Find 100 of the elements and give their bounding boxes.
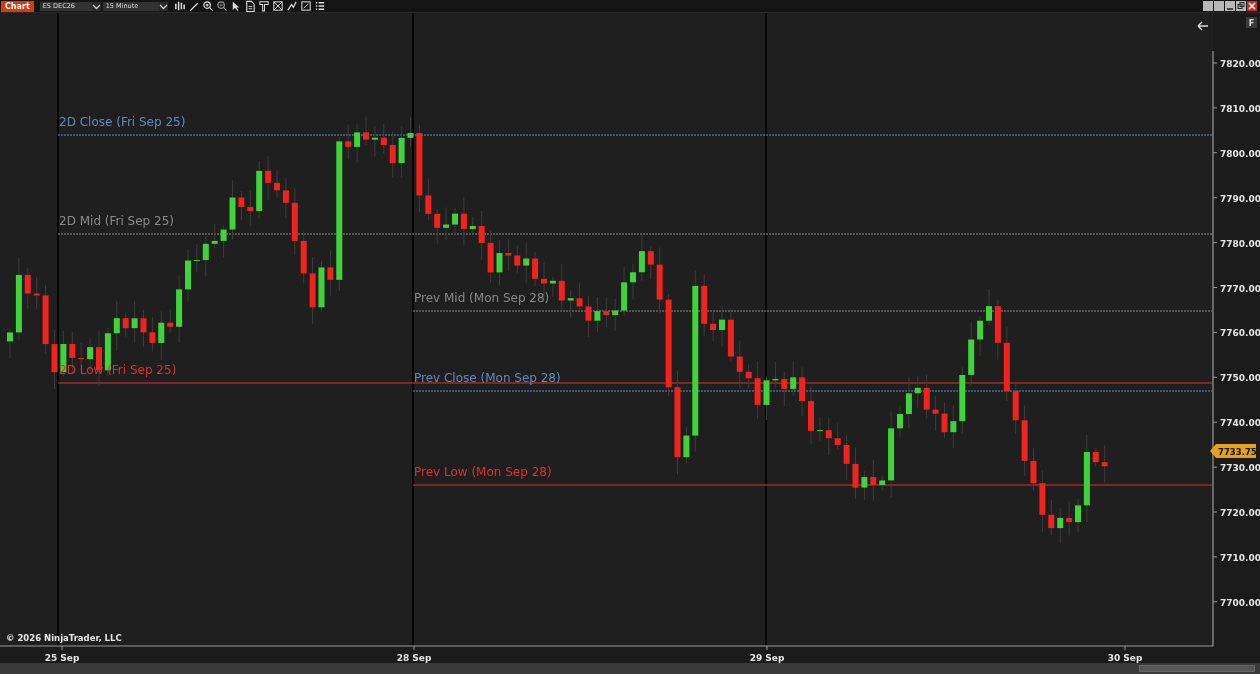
candle: [532, 251, 539, 287]
candle: [487, 230, 494, 283]
candle: [567, 290, 574, 318]
candle: [950, 404, 957, 449]
f-button[interactable]: F: [1246, 17, 1257, 28]
candle: [905, 377, 912, 429]
candle: [994, 299, 1001, 361]
candle: [719, 304, 725, 347]
candle: [968, 322, 975, 387]
price-label: 7810.00: [1220, 103, 1260, 114]
candle: [113, 300, 120, 351]
candle: [1092, 447, 1099, 467]
candle: [594, 296, 601, 333]
candle: [434, 208, 441, 245]
candle: [478, 210, 485, 261]
price-label: 7740.00: [1220, 418, 1260, 429]
candle: [558, 263, 565, 311]
price-label: 7820.00: [1220, 59, 1260, 69]
trend-line-icon[interactable]: [285, 0, 298, 12]
candle: [549, 276, 556, 298]
candle: [300, 231, 307, 284]
candles-icon[interactable]: [173, 0, 186, 12]
scrollbar-thumb[interactable]: [1139, 665, 1255, 672]
close-button[interactable]: [1247, 1, 1257, 11]
candle: [754, 360, 761, 419]
level-label: Prev Close (Mon Sep 28): [414, 371, 561, 385]
list-icon[interactable]: [313, 0, 326, 12]
back-arrow-icon[interactable]: [1197, 21, 1209, 31]
candle: [603, 297, 610, 328]
candle: [398, 126, 405, 178]
candle: [425, 178, 432, 221]
candle: [514, 245, 521, 274]
candle: [977, 315, 984, 357]
candle: [238, 190, 245, 221]
price-label: 7730.00: [1220, 463, 1260, 474]
candle: [327, 249, 334, 297]
candle: [870, 459, 877, 502]
zoom-out-icon[interactable]: [215, 0, 228, 12]
candle: [647, 245, 654, 280]
candle: [701, 273, 708, 337]
level-label: 2D Close (Fri Sep 25): [59, 115, 186, 129]
level-label: Prev Mid (Mon Sep 28): [414, 291, 550, 305]
candle: [897, 405, 903, 438]
document-icon[interactable]: [243, 0, 256, 12]
candle: [932, 395, 939, 432]
candle: [1030, 447, 1037, 491]
price-label: 7790.00: [1220, 193, 1260, 204]
candle: [193, 243, 200, 273]
candle: [834, 422, 841, 450]
restore-button[interactable]: [1236, 1, 1246, 11]
level-label: 2D Mid (Fri Sep 25): [59, 214, 174, 228]
candle: [656, 247, 663, 315]
candle: [1075, 498, 1081, 533]
candle: [736, 340, 743, 390]
candle: [683, 426, 690, 464]
candle: [959, 366, 966, 434]
candle: [256, 160, 263, 219]
candle: [7, 328, 13, 359]
date-label: 30 Sep: [1107, 653, 1143, 663]
candle: [1066, 501, 1073, 536]
candle: [452, 207, 458, 237]
candle: [852, 446, 859, 500]
price-label: 7750.00: [1220, 373, 1260, 384]
candle: [576, 281, 583, 312]
price-label: 7710.00: [1220, 552, 1260, 563]
candle: [1039, 470, 1046, 533]
candle: [772, 361, 779, 389]
candle: [24, 267, 31, 310]
candle: [122, 312, 129, 338]
candle: [460, 196, 467, 246]
candle: [469, 216, 476, 234]
minimize-button[interactable]: [1225, 1, 1235, 11]
candle: [345, 124, 352, 160]
candle: [33, 276, 40, 310]
candle: [638, 233, 645, 282]
candle: [1012, 380, 1019, 435]
candle: [763, 376, 770, 421]
candle: [354, 124, 361, 164]
candle: [363, 116, 369, 146]
date-label: 25 Sep: [44, 653, 80, 663]
candle: [710, 310, 717, 342]
candle: [621, 266, 628, 317]
candle: [202, 235, 209, 277]
candle: [229, 180, 236, 240]
price-label: 7720.00: [1220, 508, 1260, 518]
candle: [51, 329, 58, 390]
candle: [727, 308, 734, 362]
candle: [914, 375, 921, 409]
candle: [585, 295, 592, 338]
zoom-in-icon[interactable]: [201, 0, 214, 12]
price-label: 7760.00: [1220, 328, 1260, 339]
candle: [158, 310, 165, 361]
candle: [496, 239, 503, 287]
candle: [149, 316, 156, 352]
candle: [1057, 507, 1064, 544]
candle: [389, 130, 396, 178]
candle: [380, 123, 387, 155]
pencil-icon[interactable]: [187, 0, 200, 12]
price-label: 7800.00: [1220, 148, 1260, 159]
candle: [274, 169, 280, 199]
